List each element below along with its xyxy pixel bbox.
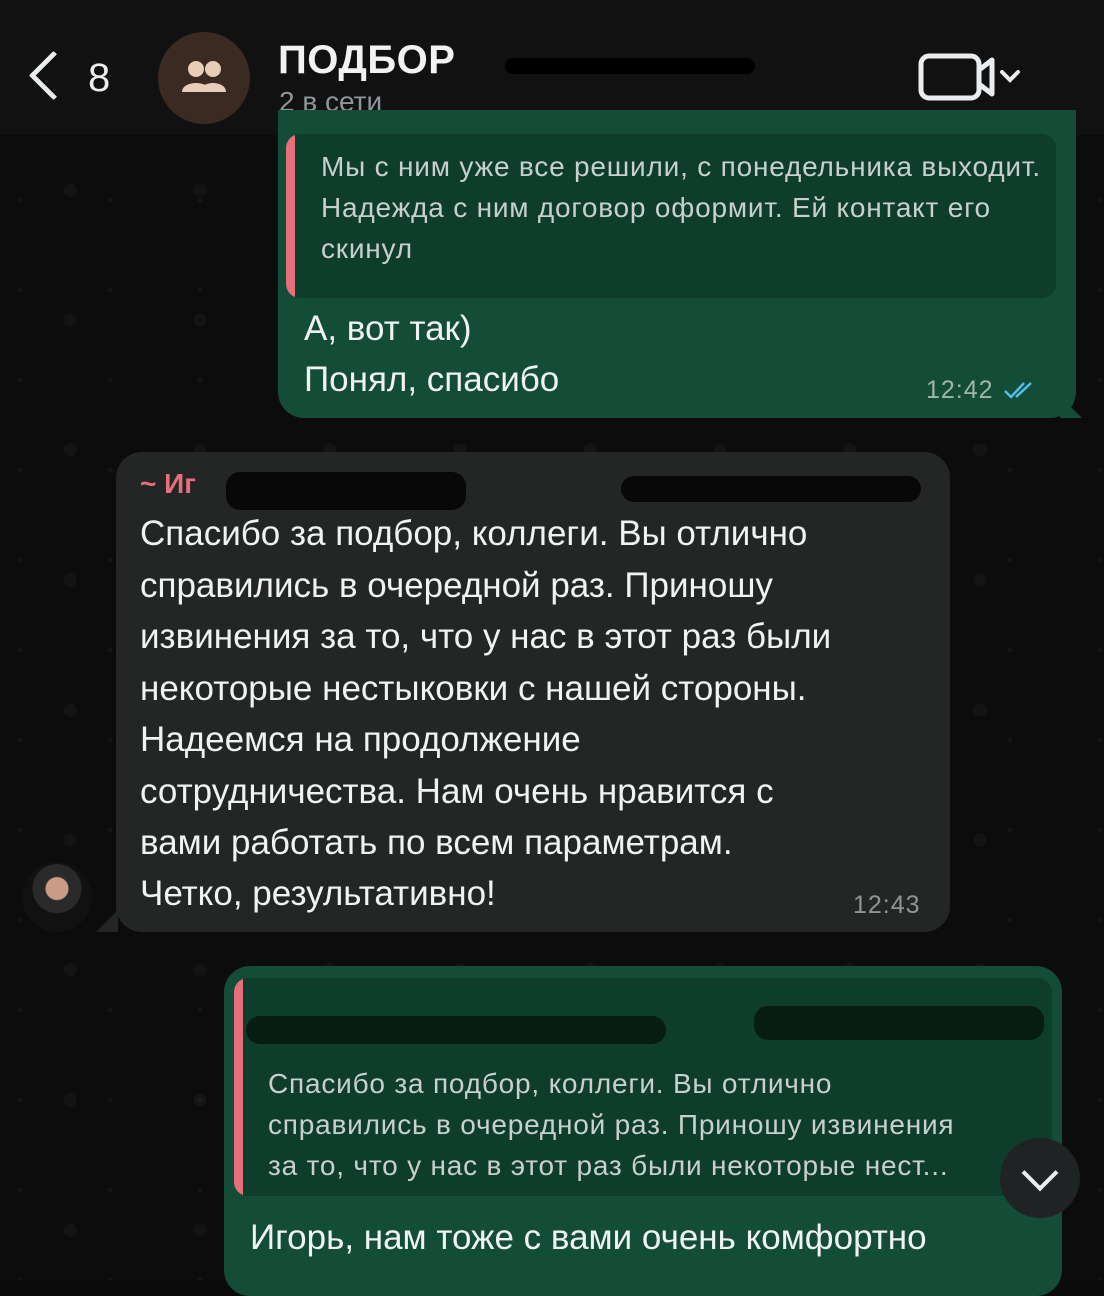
message-line: Понял, спасибо	[304, 360, 560, 399]
chevron-down-icon	[1021, 1154, 1059, 1192]
read-receipt-icon	[1004, 382, 1032, 399]
video-camera-icon[interactable]	[918, 52, 1024, 102]
message-line: сотрудничества. Нам очень нравится с	[140, 772, 774, 811]
message-line: Спасибо за подбор, коллеги. Вы отлично	[140, 514, 808, 553]
message-line: вами работать по всем параметрам.	[140, 823, 733, 862]
group-icon	[182, 61, 226, 92]
redaction-mark	[621, 476, 921, 502]
message-line: Четко, результативно!	[140, 874, 496, 913]
sender-avatar[interactable]	[22, 862, 92, 932]
group-avatar[interactable]	[158, 32, 250, 124]
quoted-message[interactable]: Спасибо за подбор, коллеги. Вы отлично с…	[234, 978, 1052, 1196]
message-line: справились в очередной раз. Приношу	[140, 566, 773, 605]
bubble-tail	[96, 910, 118, 932]
back-chevron-icon[interactable]	[28, 50, 79, 101]
scroll-to-bottom-button[interactable]	[1000, 1138, 1080, 1218]
unread-count[interactable]: 8	[88, 56, 110, 101]
outgoing-message[interactable]: Спасибо за подбор, коллеги. Вы отлично с…	[224, 966, 1062, 1296]
message-time: 12:43	[853, 891, 921, 919]
quote-accent-bar	[286, 134, 295, 298]
message-line: извинения за то, что у нас в этот раз бы…	[140, 617, 832, 656]
incoming-message[interactable]: ~ Иг Спасибо за подбор, коллеги. Вы отли…	[116, 452, 950, 932]
message-line: некоторые нестыковки с нашей стороны.	[140, 669, 807, 708]
quoted-text-line: за то, что у нас в этот раз были некотор…	[268, 1150, 949, 1181]
outgoing-message[interactable]: Мы с ним уже все решили, с понедельника …	[278, 110, 1076, 418]
message-line: Надеемся на продолжение	[140, 720, 581, 759]
redaction-mark	[754, 1006, 1044, 1040]
bubble-tail	[1060, 396, 1082, 418]
quoted-text-line: справились в очередной раз. Приношу изви…	[268, 1109, 955, 1140]
redaction-mark	[226, 472, 466, 510]
redaction-mark	[246, 1016, 666, 1044]
message-time: 12:42	[926, 376, 994, 404]
quoted-text: Мы с ним уже все решили, с понедельника …	[321, 151, 1041, 264]
message-line: Игорь, нам тоже с вами очень комфортно	[250, 1218, 927, 1257]
quoted-message[interactable]: Мы с ним уже все решили, с понедельника …	[286, 134, 1056, 298]
message-line: А, вот так)	[304, 309, 472, 348]
redaction-mark	[505, 58, 755, 74]
quote-accent-bar	[234, 978, 243, 1196]
quoted-text-line: Спасибо за подбор, коллеги. Вы отлично	[268, 1068, 833, 1099]
sender-name[interactable]: ~ Иг	[140, 468, 230, 502]
